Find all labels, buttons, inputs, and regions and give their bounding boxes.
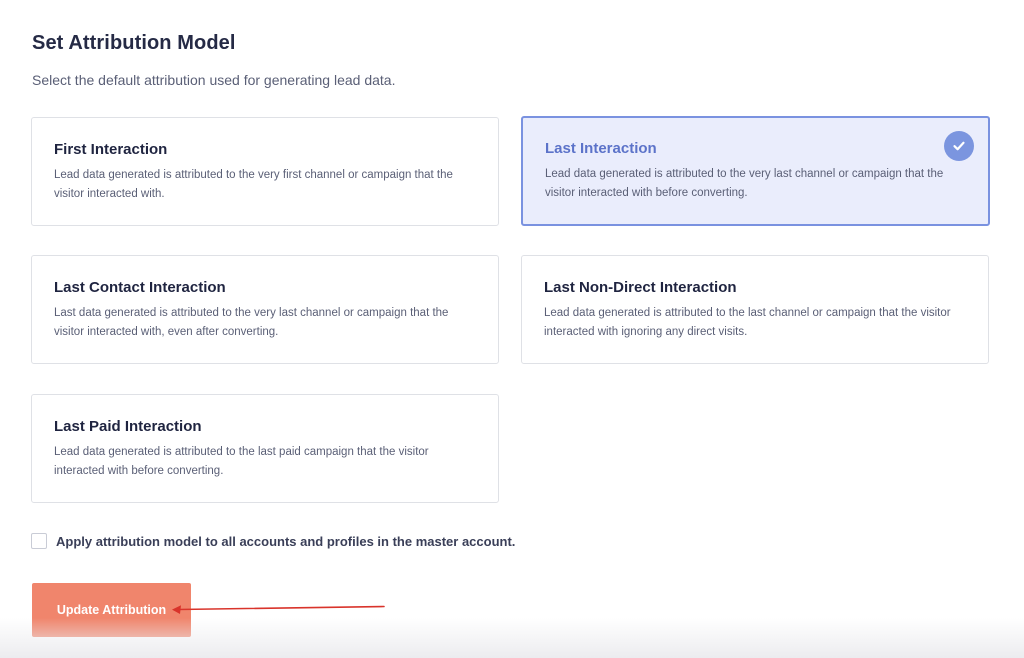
apply-all-row[interactable]: Apply attribution model to all accounts … <box>31 533 515 549</box>
option-card-last-non-direct-interaction[interactable]: Last Non-Direct Interaction Lead data ge… <box>521 255 989 364</box>
option-description: Lead data generated is attributed to the… <box>54 446 429 477</box>
option-title: Last Paid Interaction <box>54 418 202 435</box>
option-card-last-interaction[interactable]: Last Interaction Lead data generated is … <box>521 116 990 226</box>
option-title: Last Non-Direct Interaction <box>544 279 737 296</box>
page-title: Set Attribution Model <box>32 32 236 54</box>
apply-all-checkbox[interactable] <box>31 533 47 549</box>
option-description: Lead data generated is attributed to the… <box>544 307 951 338</box>
check-circle-icon <box>944 131 974 161</box>
option-title: Last Contact Interaction <box>54 279 226 296</box>
page-subtitle: Select the default attribution used for … <box>32 72 396 88</box>
option-card-first-interaction[interactable]: First Interaction Lead data generated is… <box>31 117 499 226</box>
apply-all-label[interactable]: Apply attribution model to all accounts … <box>56 534 515 549</box>
red-arrow-icon <box>172 605 385 614</box>
option-description: Lead data generated is attributed to the… <box>54 169 453 200</box>
option-description: Last data generated is attributed to the… <box>54 307 449 338</box>
option-card-last-contact-interaction[interactable]: Last Contact Interaction Last data gener… <box>31 255 499 364</box>
option-card-last-paid-interaction[interactable]: Last Paid Interaction Lead data generate… <box>31 394 499 503</box>
option-title: First Interaction <box>54 141 168 158</box>
option-description: Lead data generated is attributed to the… <box>545 168 944 199</box>
option-title: Last Interaction <box>545 140 657 157</box>
update-attribution-button[interactable]: Update Attribution <box>32 583 191 637</box>
